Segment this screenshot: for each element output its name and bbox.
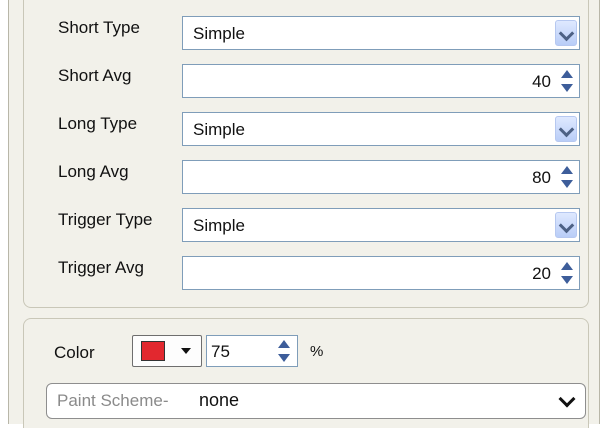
chevron-down-icon xyxy=(558,25,575,42)
short-type-label: Short Type xyxy=(58,18,140,37)
long-type-value: Simple xyxy=(193,120,245,139)
spin-up-icon[interactable] xyxy=(561,70,573,78)
long-avg-spinner[interactable] xyxy=(558,164,576,190)
color-swatch xyxy=(141,341,165,361)
short-avg-spinner[interactable] xyxy=(558,68,576,94)
long-avg-row: Long Avg 80 xyxy=(24,158,588,198)
appearance-group: Color 75 % Paint Scheme- none xyxy=(23,318,589,428)
short-type-value: Simple xyxy=(193,24,245,43)
short-type-row: Short Type Simple xyxy=(24,14,588,54)
long-type-dropdown-button[interactable] xyxy=(555,116,577,142)
trigger-avg-label: Trigger Avg xyxy=(58,258,144,277)
trigger-type-dropdown-button[interactable] xyxy=(555,212,577,238)
spin-down-icon[interactable] xyxy=(561,180,573,188)
spin-down-icon[interactable] xyxy=(278,354,290,362)
chevron-down-icon xyxy=(558,217,575,234)
paint-scheme-value: none xyxy=(199,390,240,410)
trigger-avg-value: 20 xyxy=(532,264,551,283)
opacity-value: 75 xyxy=(211,342,230,361)
trigger-type-select[interactable]: Simple xyxy=(182,208,580,242)
spin-up-icon[interactable] xyxy=(278,340,290,348)
spin-down-icon[interactable] xyxy=(561,276,573,284)
opacity-input[interactable]: 75 xyxy=(206,335,298,367)
color-picker-button[interactable] xyxy=(132,335,202,367)
chevron-down-icon xyxy=(558,390,576,408)
chevron-down-icon xyxy=(558,121,575,138)
properties-window: Short Type Simple Short Avg 40 Long Type xyxy=(8,0,600,428)
spin-down-icon[interactable] xyxy=(561,84,573,92)
trigger-type-label: Trigger Type xyxy=(58,210,153,229)
long-type-row: Long Type Simple xyxy=(24,110,588,150)
short-avg-label: Short Avg xyxy=(58,66,132,85)
long-avg-input[interactable]: 80 xyxy=(182,160,580,194)
long-type-label: Long Type xyxy=(58,114,138,133)
spin-up-icon[interactable] xyxy=(561,166,573,174)
short-type-dropdown-button[interactable] xyxy=(555,20,577,46)
long-avg-value: 80 xyxy=(532,168,551,187)
spin-up-icon[interactable] xyxy=(561,262,573,270)
short-avg-value: 40 xyxy=(532,72,551,91)
percent-label: % xyxy=(310,343,324,360)
trigger-type-value: Simple xyxy=(193,216,245,235)
paint-scheme-prefix: Paint Scheme- xyxy=(57,391,169,410)
color-label: Color xyxy=(54,343,95,362)
trigger-avg-spinner[interactable] xyxy=(558,260,576,286)
short-type-select[interactable]: Simple xyxy=(182,16,580,50)
long-type-select[interactable]: Simple xyxy=(182,112,580,146)
long-avg-label: Long Avg xyxy=(58,162,129,181)
short-avg-row: Short Avg 40 xyxy=(24,62,588,102)
short-avg-input[interactable]: 40 xyxy=(182,64,580,98)
trigger-avg-row: Trigger Avg 20 xyxy=(24,254,588,294)
caret-down-icon xyxy=(181,348,191,354)
opacity-spinner[interactable] xyxy=(275,338,293,364)
paint-scheme-select[interactable]: Paint Scheme- none xyxy=(46,383,586,419)
trigger-type-row: Trigger Type Simple xyxy=(24,206,588,246)
parameters-group: Short Type Simple Short Avg 40 Long Type xyxy=(23,0,589,308)
trigger-avg-input[interactable]: 20 xyxy=(182,256,580,290)
